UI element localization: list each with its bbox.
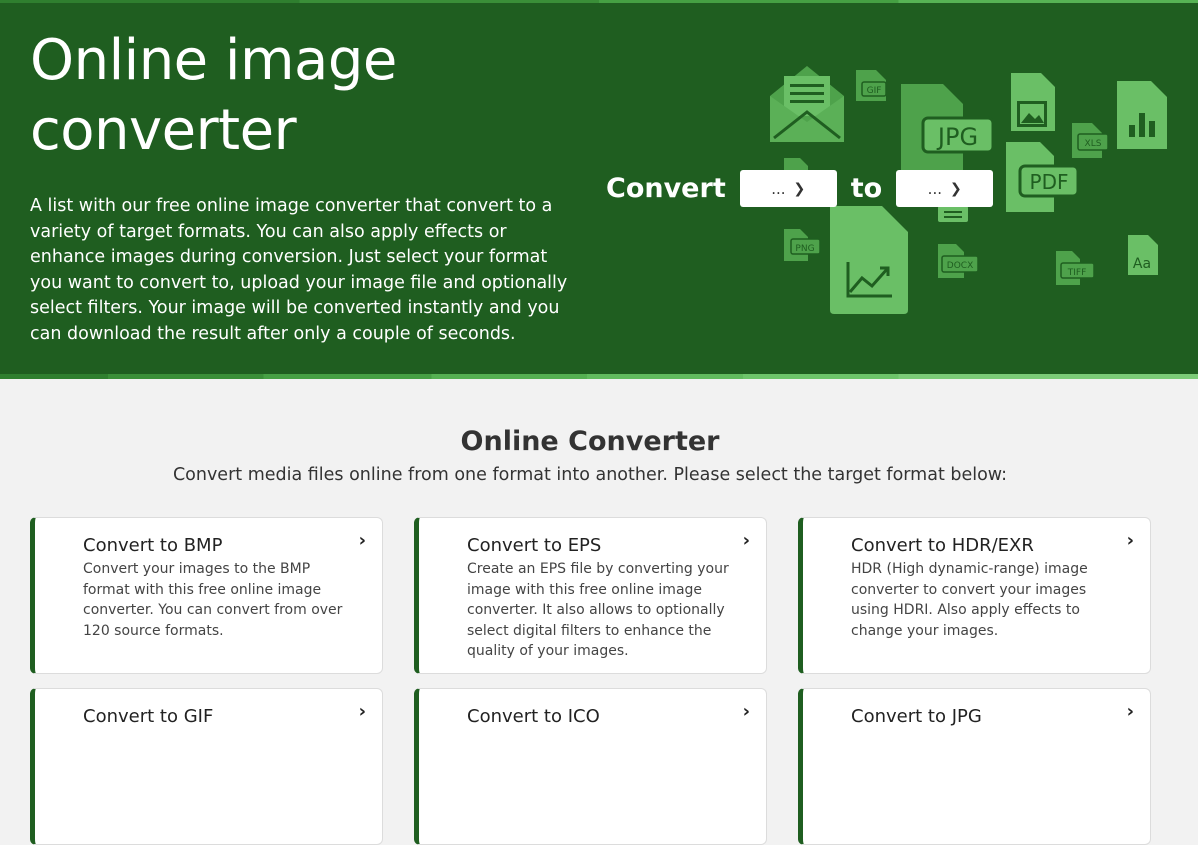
printer-file-icon [938,206,968,222]
card-title: Convert to HDR/EXR [851,535,1034,556]
section-title: Online Converter [460,426,720,457]
converter-card-hdr[interactable]: Convert to HDR/EXR HDR (High dynamic-ran… [798,517,1151,674]
png-file-icon: PNG [784,229,821,261]
tiff-label: TIFF [1067,268,1087,278]
jpg-file-icon: JPG [901,84,995,170]
hero-bottom-stripe [0,374,1198,379]
xls-label: XLS [1085,139,1102,149]
font-label: Aa [1133,256,1151,272]
envelope-icon [770,66,844,142]
convert-label: Convert [606,173,726,204]
convert-selector: Convert ... ❯ to ... ❯ [606,170,994,207]
pdf-file-icon: PDF [1006,142,1080,212]
image-file-icon [1011,73,1055,131]
jpg-label: JPG [936,123,978,151]
card-description: Convert your images to the BMP format wi… [83,561,343,639]
chart-file-icon [1117,81,1167,149]
png-label: PNG [795,244,814,254]
chevron-right-icon: › [742,530,750,551]
chevron-down-icon: ❯ [949,180,962,197]
chevron-down-icon: ❯ [793,180,806,197]
chevron-right-icon: › [1126,701,1134,722]
gif-label: GIF [867,86,882,96]
card-description: Create an EPS file by converting your im… [467,561,729,659]
target-format-select[interactable]: ... ❯ [896,170,994,207]
hero-description: A list with our free online image conver… [30,196,568,344]
source-format-select[interactable]: ... ❯ [739,170,837,207]
section-subtitle: Convert media files online from one form… [172,465,1008,485]
pdf-label: PDF [1030,170,1069,194]
chevron-right-icon: › [1126,530,1134,551]
converter-card-bmp[interactable]: Convert to BMP Convert your images to th… [30,517,383,674]
card-title: Convert to JPG [851,706,982,727]
page-title: Online image converter [30,28,397,163]
docx-file-icon: DOCX [938,244,979,278]
chevron-right-icon: › [358,530,366,551]
graph-file-icon [830,206,908,314]
docx-label: DOCX [947,261,973,271]
gif-file-icon: GIF [856,70,887,101]
hero-top-stripe [0,0,1198,3]
card-description: HDR (High dynamic-range) image converter… [851,561,1088,639]
target-format-value: ... [927,179,942,198]
card-title: Convert to EPS [467,535,602,556]
tiff-file-icon: TIFF [1056,251,1095,285]
chevron-right-icon: › [358,701,366,722]
font-file-icon: Aa [1128,235,1158,275]
chevron-right-icon: › [742,701,750,722]
converter-card-eps[interactable]: Convert to EPS Create an EPS file by con… [414,517,767,674]
card-title: Convert to BMP [83,535,223,556]
converter-card-jpg[interactable]: Convert to JPG › [798,688,1151,845]
converter-card-gif[interactable]: Convert to GIF › [30,688,383,845]
converter-card-ico[interactable]: Convert to ICO › [414,688,767,845]
card-title: Convert to ICO [467,706,600,727]
to-label: to [850,173,883,204]
source-format-value: ... [771,179,786,198]
card-title: Convert to GIF [83,706,214,727]
hero-banner: Online image converter A list with our f… [0,0,1198,379]
